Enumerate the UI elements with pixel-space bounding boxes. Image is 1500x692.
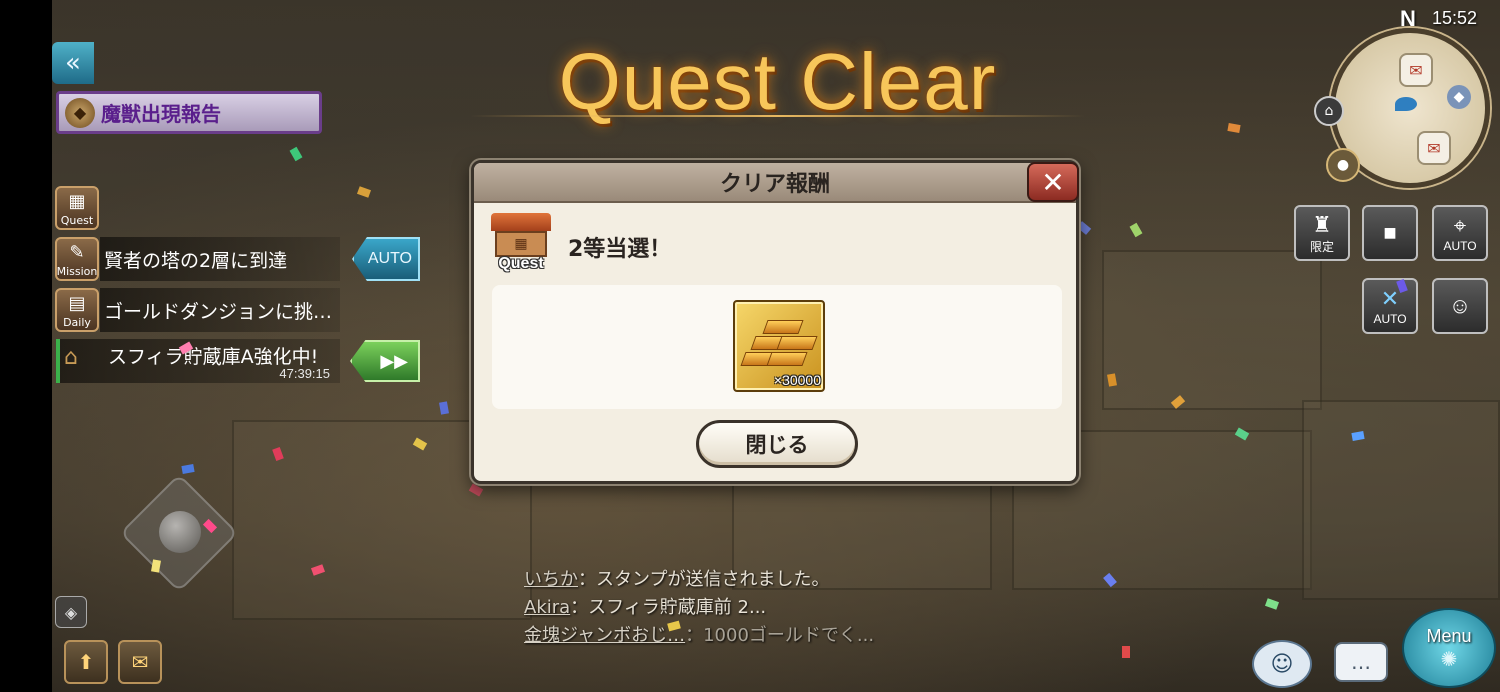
prize-text: 2等当選！ [568, 237, 672, 262]
smile-face-icon: ☺ [1270, 651, 1294, 677]
clear-reward-dialog: クリア報酬 ✕ ▦ Quest 2等当選！ ×30000 閉じる [471, 160, 1079, 484]
chat-line: いちか：スタンプが送信されました。 [524, 566, 874, 594]
top-hat-icon: ♜ [1312, 211, 1332, 237]
auto-target-label: AUTO [1443, 239, 1477, 253]
chat-line: 金塊ジャンボおじ…：1000ゴールドでく... [524, 622, 874, 650]
storage-upgrade-row[interactable]: ⌂ スフィラ貯蔵庫A強化中! 47:39:15 [56, 339, 340, 383]
daily-icon-label: Daily [63, 316, 91, 329]
speech-bubble-icon: … [1351, 650, 1371, 674]
quest-roof-icon [491, 213, 551, 231]
gold-bar-icon [766, 352, 808, 366]
dialog-header: クリア報酬 [474, 163, 1076, 203]
upload-emblem-button[interactable]: ⬆ [64, 640, 108, 684]
auto-target-button[interactable]: ⌖ AUTO [1432, 205, 1488, 261]
daily-book-icon: ▤ [68, 292, 86, 314]
close-button[interactable]: 閉じる [696, 420, 858, 468]
chat-button[interactable]: … [1334, 642, 1388, 682]
party-group-icon: ☺ [1448, 293, 1472, 318]
quest-shop-icon: ▦ [495, 231, 547, 257]
gift-box-button[interactable]: ✉ [118, 640, 162, 684]
gift-box-icon: ✉ [131, 650, 149, 674]
storage-name: スフィラ貯蔵庫A強化中! [108, 346, 319, 368]
chat-log[interactable]: いちか：スタンプが送信されました。 Akira：スフィラ貯蔵庫前 2... 金塊… [524, 566, 874, 650]
wall-block [1102, 250, 1322, 410]
confetti-piece [1122, 646, 1130, 658]
map-quest-marker: ✉ [1399, 53, 1433, 87]
floor-tile [1302, 400, 1500, 600]
player-arrow-icon [1395, 97, 1417, 111]
map-crystal-icon: ◆ [1447, 85, 1471, 109]
daily-task[interactable]: ゴールドダンジョンに挑… [100, 288, 340, 332]
target-frame-icon: ⌖ [1453, 213, 1467, 238]
chat-sender[interactable]: いちか [524, 569, 578, 590]
daily-icon-button[interactable]: ▤ Daily [55, 288, 99, 332]
auto-battle-label: AUTO [1373, 312, 1407, 326]
mission-scroll-icon: ✎ [69, 241, 85, 263]
mission-task[interactable]: 賢者の塔の2層に到達 [100, 237, 340, 281]
left-black-band [0, 0, 52, 692]
reward-quantity: ×30000 [773, 372, 821, 388]
chat-message: ：スタンプが送信されました。 [578, 569, 830, 590]
crossed-swords-icon: ✕ [1380, 286, 1400, 311]
up-arrow-icon: ⬆ [77, 650, 95, 674]
quest-badge: ▦ Quest [489, 213, 553, 277]
chat-message: ：1000ゴールドでく... [685, 625, 875, 646]
stamp-face-button[interactable]: ☺ [1252, 640, 1312, 688]
auto-battle-button[interactable]: ✕ AUTO [1362, 278, 1418, 334]
title-underline [470, 115, 1085, 117]
map-rotate-icon[interactable]: ⌂ [1314, 96, 1344, 126]
chat-sender[interactable]: Akira [524, 597, 570, 618]
gold-bar-icon [762, 320, 804, 334]
reward-area: ×30000 [492, 285, 1062, 409]
menu-label: Menu [1426, 625, 1472, 646]
menu-button[interactable]: Menu ✺ [1402, 608, 1496, 688]
party-button[interactable]: ☺ [1432, 278, 1488, 334]
quest-shop-icon: ▦ [68, 190, 86, 212]
quest-badge-label: Quest [498, 255, 544, 272]
storage-timer: 47:39:15 [279, 366, 330, 381]
quest-icon-label: Quest [60, 214, 94, 227]
limited-button[interactable]: ♜ 限定 [1294, 205, 1350, 261]
fox-mask-icon: ◆ [65, 97, 95, 128]
dialog-close-x-button[interactable]: ✕ [1027, 162, 1079, 202]
fast-forward-icon: ▶▶ [380, 350, 408, 372]
mission-icon-label: Mission [56, 265, 98, 278]
double-chevron-left-icon: « [65, 48, 81, 78]
pet-face-icon[interactable]: ● [1326, 148, 1360, 182]
chat-sender[interactable]: 金塊ジャンボおじ… [524, 625, 685, 646]
camera-button[interactable]: ■ [1362, 205, 1418, 261]
storehouse-icon: ⌂ [64, 345, 78, 370]
monster-report-label: 魔獣出現報告 [101, 102, 221, 126]
joystick-knob[interactable] [159, 511, 201, 553]
video-camera-icon: ■ [1383, 220, 1397, 245]
octopus-mascot-icon: ✺ [1440, 646, 1458, 671]
monster-report-banner[interactable]: ◆ 魔獣出現報告 [56, 91, 322, 134]
gold-bar-icon [776, 336, 818, 350]
gem-icon[interactable]: ◈ [55, 596, 87, 628]
mission-icon-button[interactable]: ✎ Mission [55, 237, 99, 281]
clock: 15:52 [1432, 8, 1478, 28]
collapse-panel-button[interactable]: « [52, 42, 94, 84]
quest-icon-button[interactable]: ▦ Quest [55, 186, 99, 230]
limited-label: 限定 [1309, 239, 1334, 254]
gold-bars-reward[interactable]: ×30000 [733, 300, 825, 392]
map-quest-marker: ✉ [1417, 131, 1451, 165]
chat-line: Akira：スフィラ貯蔵庫前 2... [524, 594, 874, 622]
chat-message: ：スフィラ貯蔵庫前 2... [570, 597, 767, 618]
close-icon: ✕ [1041, 165, 1065, 199]
